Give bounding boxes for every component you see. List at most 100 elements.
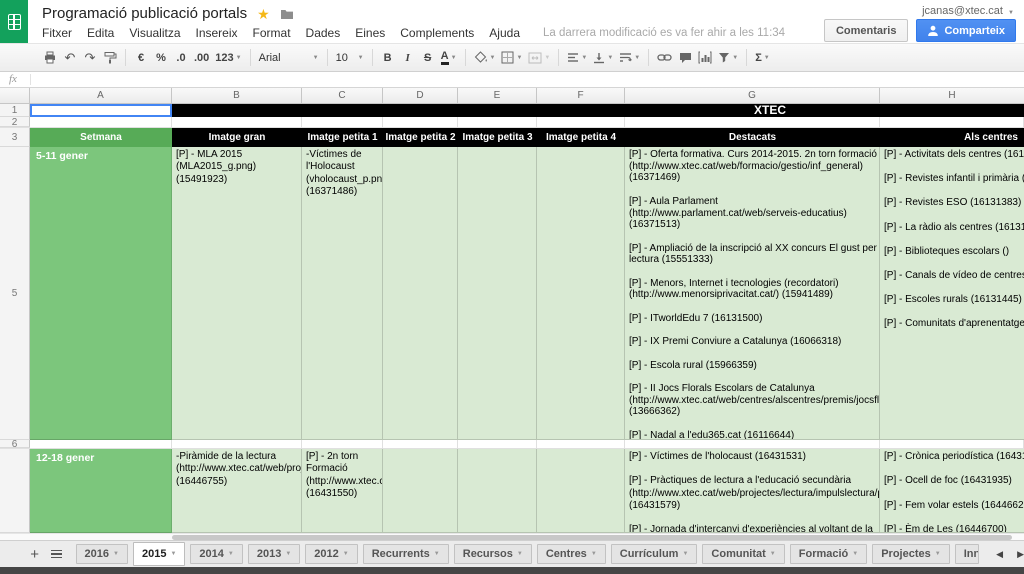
- sheet-tab-2016[interactable]: 2016▼: [76, 544, 128, 564]
- text-color-button[interactable]: A▼: [438, 48, 460, 68]
- sheet-tab-curriculum[interactable]: Currículum▼: [611, 544, 698, 564]
- row-header-7[interactable]: [0, 449, 30, 533]
- horizontal-scrollbar[interactable]: [0, 533, 1024, 540]
- menu-visualitza[interactable]: Visualitza: [129, 26, 180, 40]
- tab-dropdown-icon[interactable]: ▼: [935, 551, 941, 557]
- column-header-h[interactable]: H: [880, 88, 1024, 104]
- row-header-5[interactable]: 5: [0, 147, 30, 440]
- tab-dropdown-icon[interactable]: ▼: [591, 551, 597, 557]
- format-percent-button[interactable]: %: [151, 48, 171, 68]
- menu-fitxer[interactable]: Fitxer: [42, 26, 72, 40]
- decrease-decimals-button[interactable]: .0: [171, 48, 191, 68]
- sheet-tab-centres[interactable]: Centres▼: [537, 544, 606, 564]
- corner-select-all[interactable]: [0, 88, 30, 104]
- functions-button[interactable]: Σ▼: [752, 48, 773, 68]
- fill-color-button[interactable]: ▼: [471, 48, 499, 68]
- menu-complements[interactable]: Complements: [400, 26, 474, 40]
- sheet-tab-2012[interactable]: 2012▼: [305, 544, 357, 564]
- merge-cells-button[interactable]: ▼: [525, 48, 553, 68]
- tab-dropdown-icon[interactable]: ▼: [852, 551, 858, 557]
- filter-button[interactable]: ▼: [715, 48, 741, 68]
- cell-h5-als-centres[interactable]: [P] - Activitats dels centres (16126 [P]…: [880, 147, 1024, 440]
- header-black-bar[interactable]: Imatge gran Imatge petita 1 Imatge petit…: [172, 128, 1024, 147]
- borders-button[interactable]: ▼: [498, 48, 525, 68]
- column-header-b[interactable]: B: [172, 88, 302, 104]
- folder-icon[interactable]: [280, 8, 294, 20]
- row-header-2[interactable]: 2: [0, 117, 30, 127]
- text-wrap-button[interactable]: ▼: [616, 48, 643, 68]
- print-button[interactable]: [40, 48, 60, 68]
- account-menu[interactable]: jcanas@xtec.cat ▼: [922, 5, 1014, 17]
- banner-cell-xtec[interactable]: XTEC: [172, 104, 1024, 117]
- insert-link-button[interactable]: [654, 48, 675, 68]
- sheet-tab-formacio[interactable]: Formació▼: [790, 544, 867, 564]
- vertical-align-button[interactable]: ▼: [590, 48, 616, 68]
- column-header-f[interactable]: F: [537, 88, 625, 104]
- sheet-tab-projectes[interactable]: Projectes▼: [872, 544, 949, 564]
- format-currency-button[interactable]: €: [131, 48, 151, 68]
- header-cell-setmana[interactable]: Setmana: [30, 128, 172, 147]
- undo-button[interactable]: ↶: [60, 48, 80, 68]
- cell-b5-imatge-gran[interactable]: [P] - MLA 2015 (MLA2015_g.png) (15491923…: [172, 147, 302, 440]
- strikethrough-button[interactable]: S: [418, 48, 438, 68]
- cell-d7-imatge-petita-2[interactable]: [383, 449, 458, 533]
- increase-decimals-button[interactable]: .00: [191, 48, 212, 68]
- cell-g7-destacats[interactable]: [P] - Víctimes de l'holocaust (16431531)…: [625, 449, 880, 533]
- font-size-select[interactable]: 10▼: [333, 48, 367, 68]
- cell-g5-destacats[interactable]: [P] - Oferta formativa. Curs 2014-2015. …: [625, 147, 880, 440]
- tab-dropdown-icon[interactable]: ▼: [170, 551, 176, 557]
- column-header-a[interactable]: A: [30, 88, 172, 104]
- sheet-tab-recurrents[interactable]: Recurrents▼: [363, 544, 449, 564]
- tabs-scroll-right-icon[interactable]: ▶: [1017, 549, 1024, 560]
- tabs-scroll-left-icon[interactable]: ◀: [996, 549, 1003, 560]
- cell-f5-imatge-petita-4[interactable]: [537, 147, 625, 440]
- font-family-select[interactable]: Arial▼: [256, 48, 322, 68]
- star-icon[interactable]: ★: [257, 7, 270, 21]
- sheets-logo-icon[interactable]: [0, 0, 28, 43]
- cell-e5-imatge-petita-3[interactable]: [458, 147, 537, 440]
- sheet-tab-inn[interactable]: Inn: [955, 544, 979, 564]
- cell-e7-imatge-petita-3[interactable]: [458, 449, 537, 533]
- menu-insereix[interactable]: Insereix: [196, 26, 238, 40]
- menu-ajuda[interactable]: Ajuda: [489, 26, 520, 40]
- add-sheet-button[interactable]: +: [28, 544, 41, 564]
- tab-dropdown-icon[interactable]: ▼: [770, 551, 776, 557]
- insert-comment-button[interactable]: [675, 48, 695, 68]
- sheet-tab-comunitat[interactable]: Comunitat▼: [702, 544, 784, 564]
- row-header-1[interactable]: 1: [0, 104, 30, 117]
- all-sheets-button[interactable]: [50, 544, 63, 564]
- row-6[interactable]: 6: [0, 440, 1024, 449]
- menu-format[interactable]: Format: [253, 26, 291, 40]
- row-header-6[interactable]: 6: [0, 440, 30, 448]
- insert-chart-button[interactable]: [695, 48, 715, 68]
- sheet-tab-recursos[interactable]: Recursos▼: [454, 544, 532, 564]
- cell-b7-imatge-gran[interactable]: -Piràmide de la lectura (http://www.xtec…: [172, 449, 302, 533]
- sheet-tab-2013[interactable]: 2013▼: [248, 544, 300, 564]
- more-formats-button[interactable]: 123▼: [212, 48, 244, 68]
- formula-bar[interactable]: fx: [0, 72, 1024, 88]
- tab-dropdown-icon[interactable]: ▼: [682, 551, 688, 557]
- column-header-c[interactable]: C: [302, 88, 383, 104]
- cell-h7-als-centres[interactable]: [P] - Crònica periodística (164319 [P] -…: [880, 449, 1024, 533]
- row-2[interactable]: 2: [0, 117, 1024, 128]
- paint-format-button[interactable]: [100, 48, 120, 68]
- cell-d5-imatge-petita-2[interactable]: [383, 147, 458, 440]
- cell-week-12-18-gener[interactable]: 12-18 gener: [30, 449, 172, 533]
- italic-button[interactable]: I: [398, 48, 418, 68]
- sheet-tab-2015[interactable]: 2015▼: [133, 542, 185, 566]
- share-button[interactable]: Comparteix: [916, 19, 1016, 42]
- menu-edita[interactable]: Edita: [87, 26, 114, 40]
- bold-button[interactable]: B: [378, 48, 398, 68]
- tab-dropdown-icon[interactable]: ▼: [228, 551, 234, 557]
- column-header-g[interactable]: G: [625, 88, 880, 104]
- tab-dropdown-icon[interactable]: ▼: [285, 551, 291, 557]
- menu-eines[interactable]: Eines: [355, 26, 385, 40]
- column-header-e[interactable]: E: [458, 88, 537, 104]
- selected-cell-a1[interactable]: [30, 104, 172, 117]
- menu-dades[interactable]: Dades: [306, 26, 341, 40]
- tab-dropdown-icon[interactable]: ▼: [434, 551, 440, 557]
- column-header-d[interactable]: D: [383, 88, 458, 104]
- document-title[interactable]: Programació publicació portals: [42, 5, 247, 22]
- tab-dropdown-icon[interactable]: ▼: [343, 551, 349, 557]
- tab-dropdown-icon[interactable]: ▼: [113, 551, 119, 557]
